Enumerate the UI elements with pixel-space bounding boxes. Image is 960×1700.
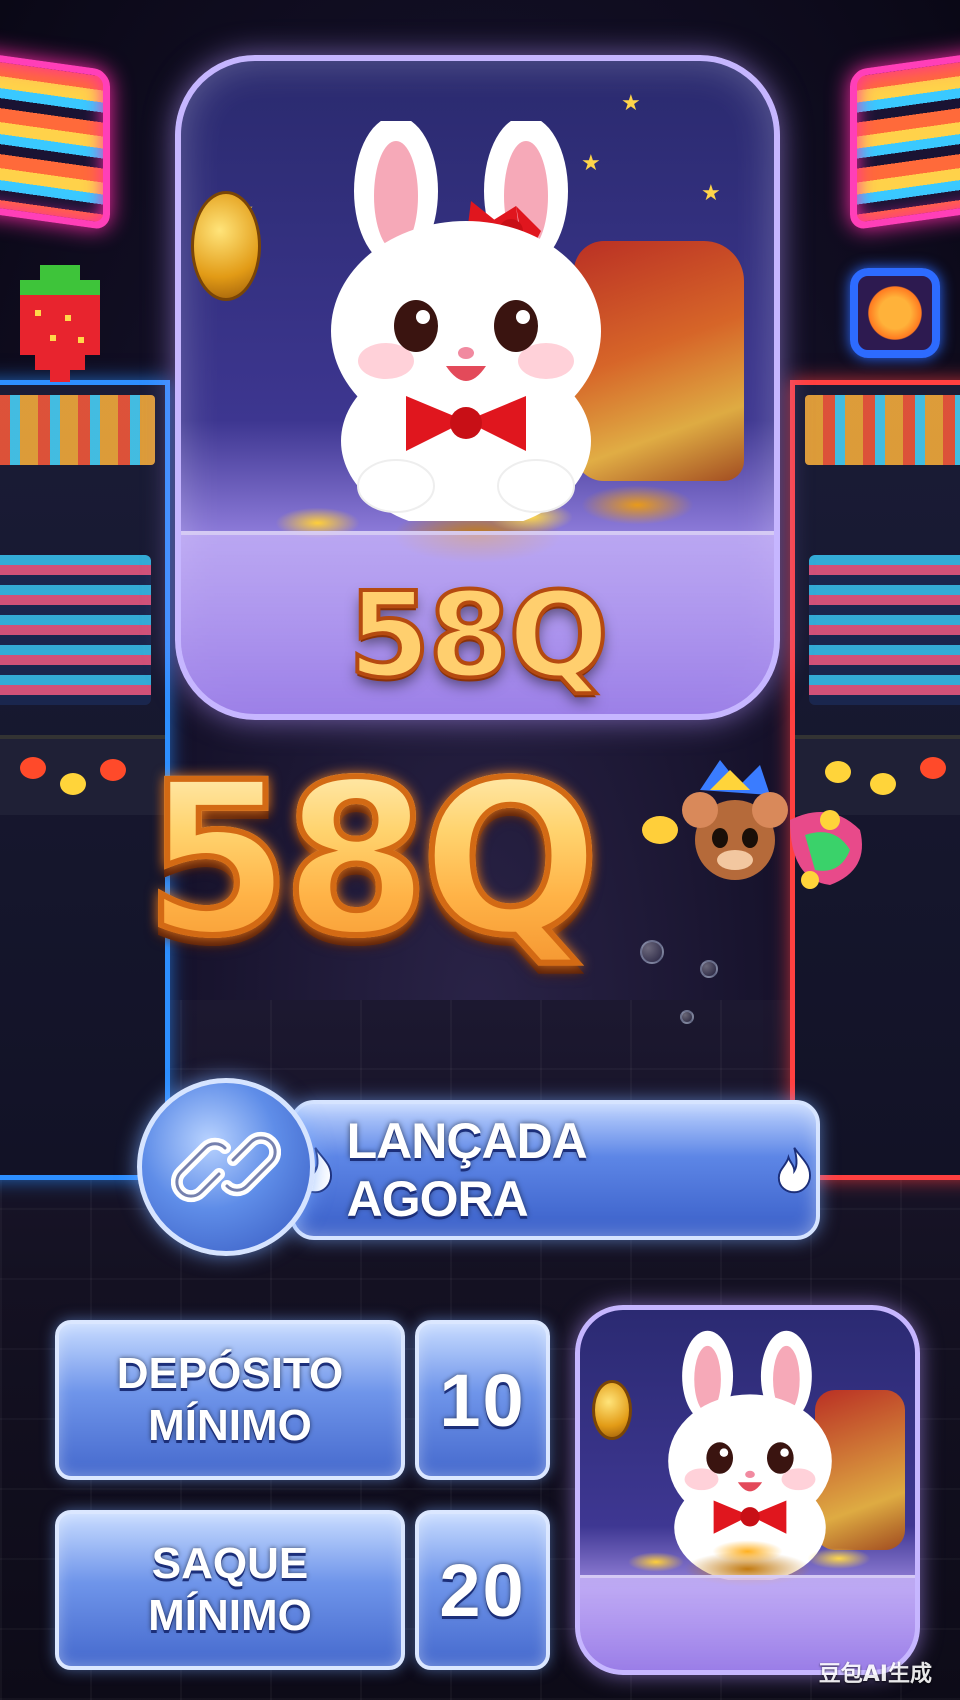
cabinet-control-panel bbox=[0, 735, 165, 815]
bubble bbox=[700, 960, 718, 978]
pixel-fruit-icon bbox=[850, 268, 940, 358]
neon-sign-left bbox=[0, 49, 110, 231]
mouse-mascot-icon bbox=[642, 760, 862, 889]
arcade-button-icon bbox=[100, 759, 126, 781]
arcade-button-icon bbox=[60, 773, 86, 795]
arcade-button-icon bbox=[920, 757, 946, 779]
deposit-min-label: DEPÓSITO MÍNIMO bbox=[55, 1320, 405, 1480]
cabinet-screen bbox=[809, 555, 960, 705]
cabinet-marquee bbox=[805, 395, 960, 465]
withdraw-min-value: 20 bbox=[415, 1510, 550, 1670]
launch-banner[interactable]: LANÇADA AGORA bbox=[290, 1100, 820, 1240]
flame-icon bbox=[778, 1147, 812, 1194]
hero-app-icon[interactable]: ★ ★ ★ ★ bbox=[175, 55, 780, 720]
bubble bbox=[680, 1010, 694, 1024]
coin-icon bbox=[191, 191, 261, 301]
ai-watermark: 豆包AI生成 bbox=[818, 1662, 932, 1687]
brand-title: 58Q bbox=[142, 737, 665, 1000]
link-icon bbox=[171, 1131, 281, 1203]
cabinet-screen bbox=[0, 555, 151, 705]
link-button[interactable] bbox=[137, 1078, 315, 1256]
withdraw-label-line1: SAQUE bbox=[151, 1539, 309, 1588]
coin-icon bbox=[592, 1380, 632, 1440]
star-icon: ★ bbox=[701, 181, 721, 206]
pixel-strawberry-icon bbox=[20, 265, 100, 382]
hero-brand-code: 58Q bbox=[346, 564, 611, 706]
neon-sign-right bbox=[850, 49, 960, 231]
cabinet-marquee bbox=[0, 395, 155, 465]
launch-label-text: LANÇADA AGORA bbox=[346, 1113, 586, 1227]
withdraw-min-label: SAQUE MÍNIMO bbox=[55, 1510, 405, 1670]
star-icon: ★ bbox=[621, 91, 641, 116]
app-icon-thumbnail[interactable] bbox=[575, 1305, 920, 1675]
deposit-label-line1: DEPÓSITO bbox=[116, 1349, 344, 1398]
deposit-min-value: 10 bbox=[415, 1320, 550, 1480]
arcade-button-icon bbox=[20, 757, 46, 779]
withdraw-label-line2: MÍNIMO bbox=[148, 1591, 312, 1640]
deposit-label-line2: MÍNIMO bbox=[148, 1401, 312, 1450]
bunny-mascot bbox=[331, 121, 601, 521]
